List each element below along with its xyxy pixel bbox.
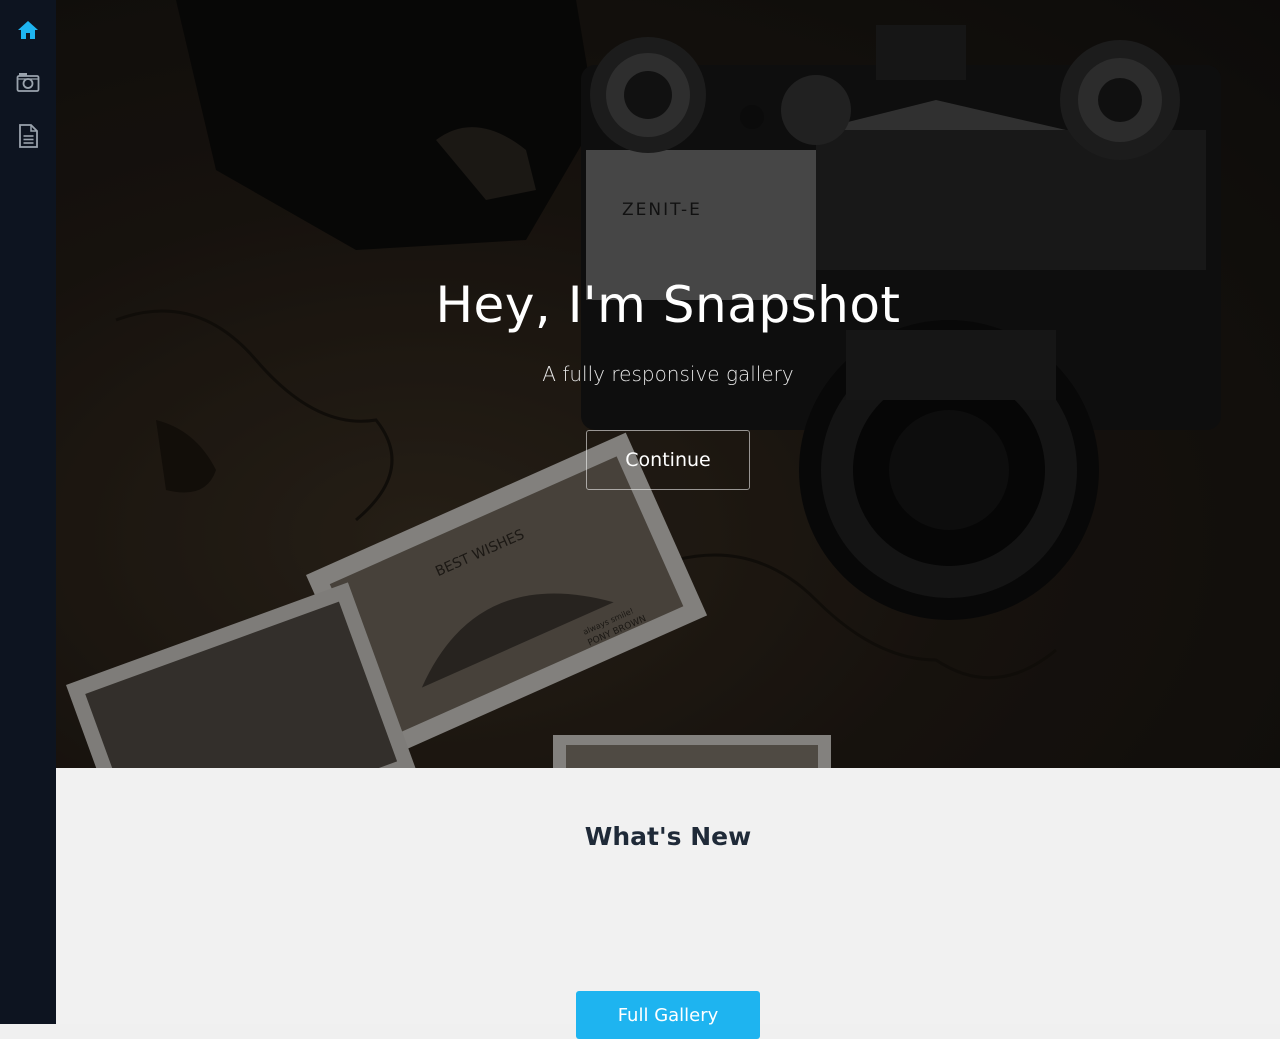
document-icon — [18, 124, 38, 148]
sidebar-item-gallery[interactable] — [0, 72, 56, 124]
sidebar-item-home[interactable] — [0, 20, 56, 72]
home-icon — [17, 20, 39, 40]
whats-new-section: What's New Full Gallery — [56, 768, 1280, 1039]
continue-button[interactable]: Continue — [586, 430, 750, 490]
whats-new-title: What's New — [584, 822, 752, 851]
camera-icon — [16, 72, 40, 92]
hero-content: Hey, I'm Snapshot A fully responsive gal… — [56, 0, 1280, 768]
hero-title: Hey, I'm Snapshot — [435, 276, 901, 334]
full-gallery-button[interactable]: Full Gallery — [576, 991, 760, 1039]
sidebar — [0, 0, 56, 1024]
hero-subtitle: A fully responsive gallery — [542, 362, 794, 386]
hero-section: ZENIT-E BEST WISHES always smile! PONY B… — [56, 0, 1280, 768]
sidebar-item-documents[interactable] — [0, 124, 56, 176]
